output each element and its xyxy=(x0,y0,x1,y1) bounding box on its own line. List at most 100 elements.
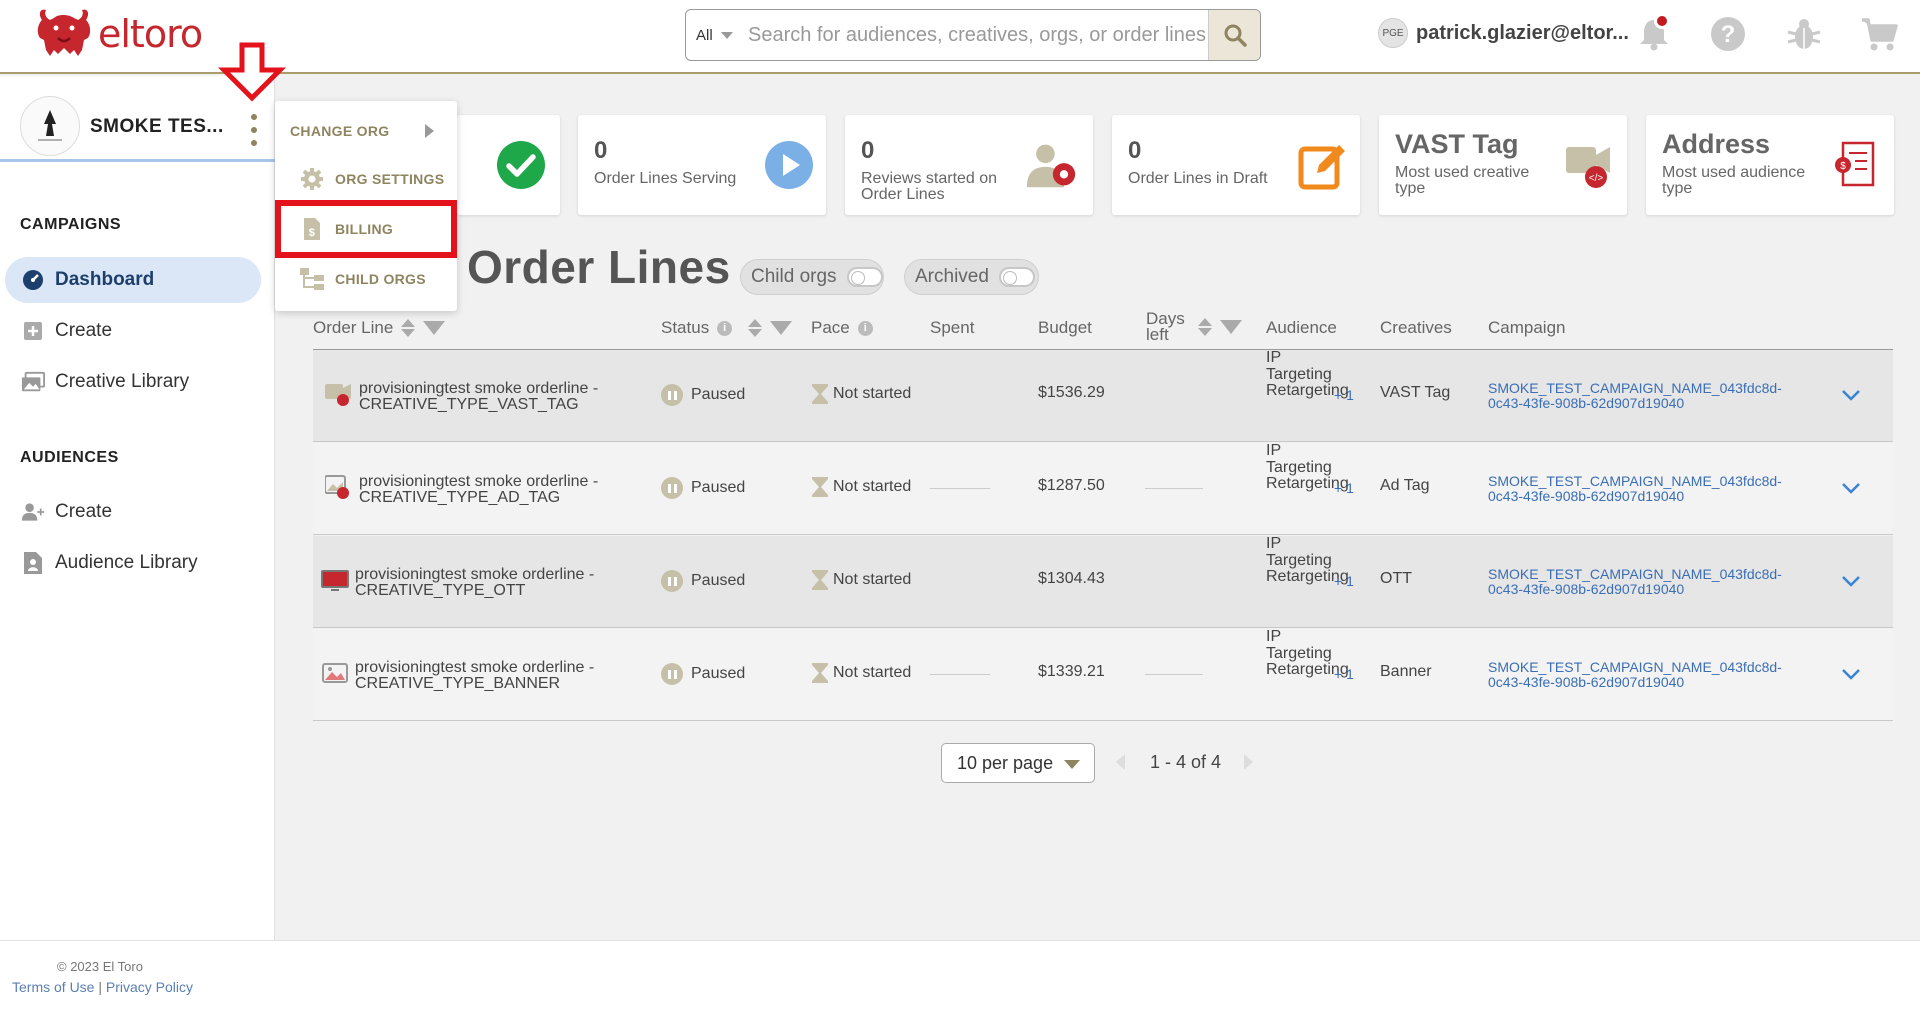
menu-item-org-settings[interactable]: ORG SETTINGS xyxy=(275,159,457,199)
pause-icon xyxy=(661,384,683,406)
stat-card-reviews[interactable]: 0 Reviews started on Order Lines xyxy=(845,115,1093,215)
chevron-down-icon[interactable] xyxy=(1840,477,1862,499)
svg-text:$: $ xyxy=(1840,161,1846,172)
help-icon[interactable]: ? xyxy=(1708,14,1748,54)
search-button[interactable] xyxy=(1208,10,1260,60)
hourglass-icon xyxy=(812,384,828,404)
sidebar-item-create-campaign[interactable]: Create xyxy=(5,308,261,354)
order-line-name[interactable]: provisioningtest smoke orderline - CREAT… xyxy=(313,381,609,413)
cart-icon[interactable] xyxy=(1860,14,1900,54)
audience-more-link[interactable]: + 1 xyxy=(1334,666,1354,682)
sidebar-item-create-audience[interactable]: Create xyxy=(5,489,261,535)
user-menu[interactable]: PGE patrick.glazier@eltor... xyxy=(1378,18,1629,48)
stat-card-serving[interactable]: 0 Order Lines Serving xyxy=(578,115,826,215)
pace-cell: Not started xyxy=(811,476,911,498)
child-orgs-toggle[interactable]: Child orgs xyxy=(740,259,884,295)
stat-card-status[interactable] xyxy=(457,115,560,215)
per-page-value: 10 per page xyxy=(957,752,1054,773)
stat-card-creative-type[interactable]: VAST Tag Most used creative type </> xyxy=(1379,115,1627,215)
org-menu-kebab-icon[interactable] xyxy=(248,114,260,146)
video-tag-icon xyxy=(325,384,351,406)
chevron-down-icon[interactable] xyxy=(1840,570,1862,592)
check-circle-icon xyxy=(497,141,545,189)
sidebar-item-creative-library[interactable]: Creative Library xyxy=(5,359,261,405)
budget-value: $1304.43 xyxy=(1038,570,1105,587)
billing-highlight-annotation xyxy=(275,200,457,258)
column-label: Spent xyxy=(930,318,975,337)
campaign-link[interactable]: SMOKE_TEST_CAMPAIGN_NAME_043fdc8d-0c43-4… xyxy=(1488,474,1788,504)
user-avatar: PGE xyxy=(1378,18,1408,48)
terms-link[interactable]: Terms of Use xyxy=(12,979,94,995)
order-line-text: provisioningtest smoke orderline - CREAT… xyxy=(355,659,595,692)
info-icon[interactable]: i xyxy=(857,320,873,336)
filter-icon[interactable] xyxy=(770,321,793,335)
sidebar-item-audience-library[interactable]: Audience Library xyxy=(5,540,261,586)
order-line-name[interactable]: provisioningtest smoke orderline - CREAT… xyxy=(313,474,609,506)
logo-text: eltoro xyxy=(98,12,203,56)
stat-card-audience-type[interactable]: Address Most used audience type $ xyxy=(1646,115,1894,215)
dashboard-icon xyxy=(21,268,45,292)
table-row[interactable]: provisioningtest smoke orderline - CREAT… xyxy=(313,349,1893,442)
column-spent[interactable]: Spent xyxy=(930,318,974,338)
column-campaign[interactable]: Campaign xyxy=(1488,318,1566,338)
column-pace[interactable]: Pace i xyxy=(811,318,873,338)
archived-switch[interactable] xyxy=(998,267,1035,287)
chevron-down-icon[interactable] xyxy=(1840,384,1862,406)
menu-item-child-orgs[interactable]: CHILD ORGS xyxy=(275,259,457,299)
filter-icon[interactable] xyxy=(1220,320,1242,334)
sidebar-item-label: Create xyxy=(55,501,113,522)
pace-cell: Not started xyxy=(811,662,911,684)
status-text: Paused xyxy=(691,479,746,496)
sort-icon[interactable] xyxy=(1198,318,1212,336)
campaign-link[interactable]: SMOKE_TEST_CAMPAIGN_NAME_043fdc8d-0c43-4… xyxy=(1488,381,1788,411)
chevron-down-icon[interactable] xyxy=(1840,663,1862,685)
sort-icon[interactable] xyxy=(748,319,763,337)
creative-value: VAST Tag xyxy=(1380,384,1451,401)
archived-label: Archived xyxy=(915,266,989,287)
table-row[interactable]: provisioningtest smoke orderline - CREAT… xyxy=(313,628,1893,721)
stat-card-draft[interactable]: 0 Order Lines in Draft xyxy=(1112,115,1360,215)
sort-icon[interactable] xyxy=(401,319,416,337)
menu-item-change-org[interactable]: CHANGE ORG xyxy=(275,111,457,151)
search-input[interactable] xyxy=(736,10,1208,60)
column-status[interactable]: Status i xyxy=(661,318,793,338)
child-orgs-switch[interactable] xyxy=(846,267,883,287)
pace-text: Not started xyxy=(833,478,912,495)
info-icon[interactable]: i xyxy=(717,320,733,336)
order-line-name[interactable]: provisioningtest smoke orderline - CREAT… xyxy=(313,660,605,692)
column-budget[interactable]: Budget xyxy=(1038,318,1092,338)
audience-more-link[interactable]: + 1 xyxy=(1334,573,1354,589)
bug-icon[interactable] xyxy=(1784,14,1824,54)
org-avatar[interactable] xyxy=(20,96,80,156)
org-name[interactable]: SMOKE TES... xyxy=(90,116,224,138)
order-line-text: provisioningtest smoke orderline - CREAT… xyxy=(359,473,599,506)
per-page-select[interactable]: 10 per page xyxy=(941,743,1095,783)
stat-serving-label: Order Lines Serving xyxy=(594,170,737,187)
search-scope-select[interactable]: All xyxy=(686,10,736,60)
column-label: Status xyxy=(661,318,710,337)
privacy-link[interactable]: Privacy Policy xyxy=(106,979,193,995)
hourglass-icon xyxy=(812,570,828,590)
order-line-name[interactable]: provisioningtest smoke orderline - CREAT… xyxy=(313,567,605,599)
campaign-link[interactable]: SMOKE_TEST_CAMPAIGN_NAME_043fdc8d-0c43-4… xyxy=(1488,567,1788,597)
filter-icon[interactable] xyxy=(423,321,446,335)
top-header: eltoro All PGE patrick.glazier@eltor... … xyxy=(0,0,1920,74)
column-audience[interactable]: Audience xyxy=(1266,318,1337,338)
previous-page-icon[interactable] xyxy=(1116,754,1125,770)
status-cell: Paused xyxy=(661,477,745,499)
column-days-left[interactable]: Days left xyxy=(1146,310,1242,343)
campaign-link[interactable]: SMOKE_TEST_CAMPAIGN_NAME_043fdc8d-0c43-4… xyxy=(1488,660,1788,690)
column-creatives[interactable]: Creatives xyxy=(1380,318,1452,338)
eltoro-logo[interactable]: eltoro xyxy=(34,6,203,62)
next-page-icon[interactable] xyxy=(1244,754,1253,770)
audience-more-link[interactable]: + 1 xyxy=(1334,387,1354,403)
table-row[interactable]: provisioningtest smoke orderline - CREAT… xyxy=(313,535,1893,628)
ad-tag-icon xyxy=(325,475,349,499)
spent-placeholder xyxy=(930,488,990,489)
audience-more-link[interactable]: + 1 xyxy=(1334,480,1354,496)
archived-toggle[interactable]: Archived xyxy=(904,259,1039,295)
column-order-line[interactable]: Order Line xyxy=(313,318,446,338)
table-row[interactable]: provisioningtest smoke orderline - CREAT… xyxy=(313,442,1893,535)
hourglass-icon xyxy=(812,477,828,497)
sidebar-item-dashboard[interactable]: Dashboard xyxy=(5,257,261,303)
